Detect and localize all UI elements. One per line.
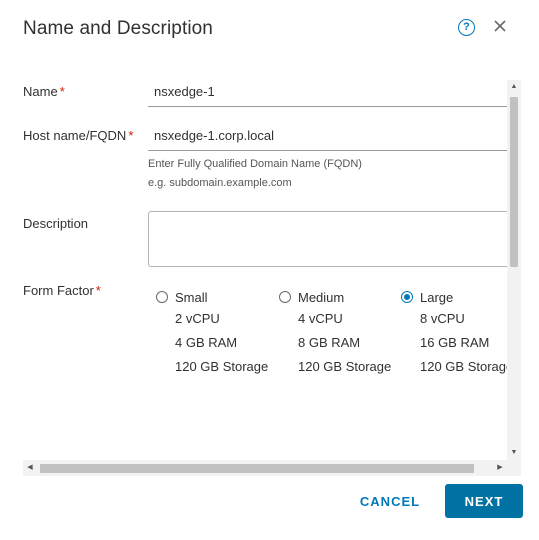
cancel-button[interactable]: CANCEL xyxy=(345,484,435,518)
name-and-description-dialog: Name and Description ? Name* Host name/F… xyxy=(0,0,539,540)
dialog-title: Name and Description xyxy=(23,18,213,39)
scroll-down-arrow-icon[interactable]: ▼ xyxy=(507,446,521,460)
required-marker: * xyxy=(95,283,101,298)
radio-label-large: Large xyxy=(420,289,454,305)
form-factor-option-medium: Medium 4 vCPU 8 GB RAM 120 GB Storage xyxy=(279,287,404,379)
scrollbar-corner xyxy=(507,460,521,476)
radio-button-selected[interactable] xyxy=(401,291,413,303)
cpu-spec: 8 vCPU xyxy=(420,311,465,326)
name-label: Name * xyxy=(23,84,65,99)
horizontal-scroll-thumb[interactable] xyxy=(40,464,474,473)
description-textarea[interactable] xyxy=(148,211,507,267)
radio-medium[interactable]: Medium xyxy=(279,287,404,307)
close-icon[interactable] xyxy=(491,16,509,36)
help-glyph: ? xyxy=(463,21,470,33)
form-factor-label: Form Factor * xyxy=(23,283,101,298)
storage-spec: 120 GB Storage xyxy=(175,359,269,374)
storage-spec: 120 GB Storage xyxy=(298,359,392,374)
next-button[interactable]: NEXT xyxy=(445,484,523,518)
scroll-left-arrow-icon[interactable]: ◀ xyxy=(23,460,37,476)
scroll-up-arrow-icon[interactable]: ▲ xyxy=(507,80,521,94)
radio-label-small: Small xyxy=(175,289,208,305)
radio-small[interactable]: Small xyxy=(156,287,281,307)
hostname-label-text: Host name/FQDN xyxy=(23,128,127,143)
hostname-helper-example: e.g. subdomain.example.com xyxy=(148,177,292,189)
hostname-input[interactable] xyxy=(148,121,507,151)
vertical-scroll-thumb[interactable] xyxy=(510,97,518,267)
radio-label-medium: Medium xyxy=(298,289,345,305)
required-marker: * xyxy=(59,84,65,99)
hostname-label: Host name/FQDN * xyxy=(23,128,133,143)
cpu-spec: 2 vCPU xyxy=(175,311,220,326)
radio-large[interactable]: Large xyxy=(401,287,507,307)
help-icon[interactable]: ? xyxy=(458,19,475,36)
name-input[interactable] xyxy=(148,77,507,107)
required-marker: * xyxy=(128,128,134,143)
cpu-spec: 4 vCPU xyxy=(298,311,343,326)
form-factor-label-text: Form Factor xyxy=(23,283,94,298)
vertical-scrollbar[interactable]: ▲ ▼ xyxy=(507,80,521,460)
description-label: Description xyxy=(23,216,89,231)
radio-button[interactable] xyxy=(279,291,291,303)
name-label-text: Name xyxy=(23,84,58,99)
ram-spec: 4 GB RAM xyxy=(175,335,238,350)
horizontal-scrollbar[interactable]: ◀ ▶ xyxy=(23,460,507,476)
hostname-helper-text: Enter Fully Qualified Domain Name (FQDN) xyxy=(148,158,362,170)
form-factor-option-large: Large 8 vCPU 16 GB RAM 120 GB Storage xyxy=(401,287,507,379)
ram-spec: 8 GB RAM xyxy=(298,335,361,350)
form-content: Name* Host name/FQDN* Enter Fully Qualif… xyxy=(0,75,507,460)
radio-button[interactable] xyxy=(156,291,168,303)
ram-spec: 16 GB RAM xyxy=(420,335,490,350)
storage-spec: 120 GB Storage xyxy=(420,359,507,374)
scroll-right-arrow-icon[interactable]: ▶ xyxy=(493,460,507,476)
form-factor-option-small: Small 2 vCPU 4 GB RAM 120 GB Storage xyxy=(156,287,281,379)
